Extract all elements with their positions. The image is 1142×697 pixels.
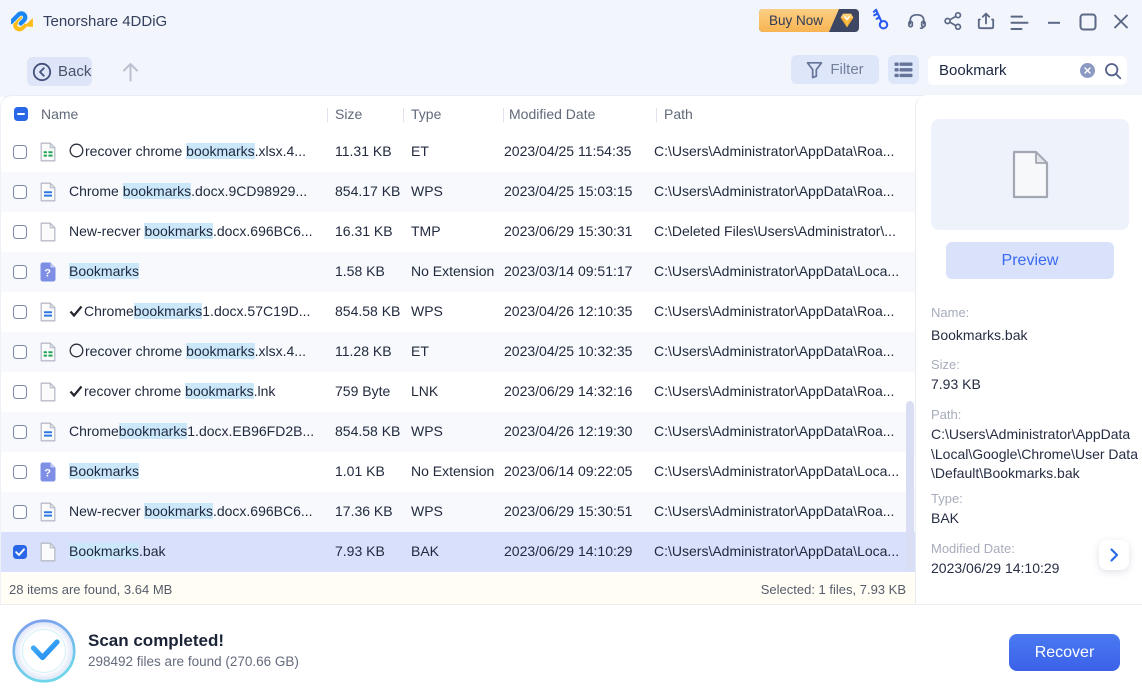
svg-text:?: ? [44, 468, 51, 480]
svg-text:?: ? [44, 268, 51, 280]
